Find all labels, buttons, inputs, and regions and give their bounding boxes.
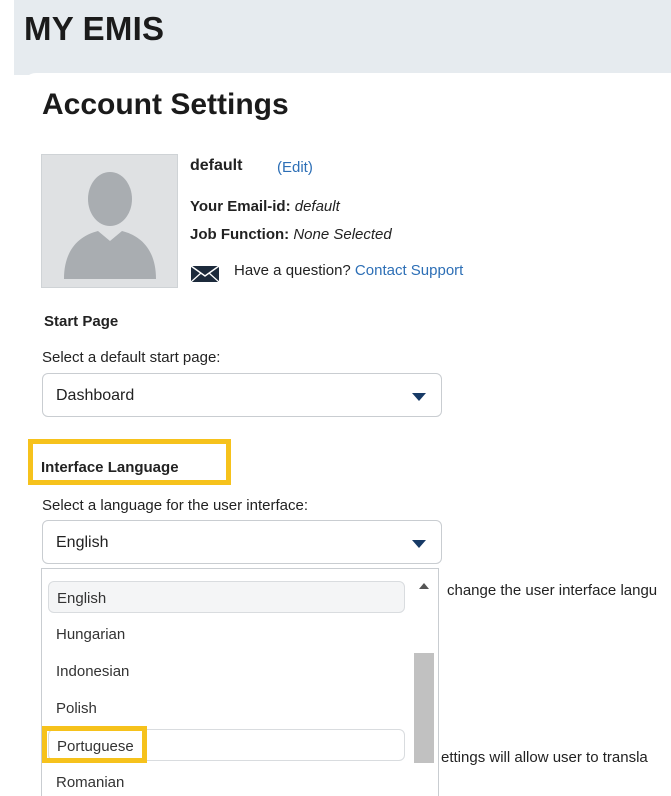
edit-profile-link[interactable]: (Edit) — [277, 159, 313, 176]
interface-language-heading: Interface Language — [41, 459, 179, 476]
option-label: Polish — [56, 700, 97, 717]
interface-language-selected-value: English — [56, 534, 109, 551]
interface-language-select[interactable]: English — [42, 520, 442, 564]
obscured-translation-text: ettings will allow user to transla — [441, 749, 648, 766]
avatar[interactable] — [41, 154, 178, 288]
obscured-description-text: change the user interface langu — [447, 582, 658, 599]
contact-support-link[interactable]: Contact Support — [355, 262, 463, 279]
dropdown-scrollbar[interactable] — [413, 569, 437, 796]
chevron-down-icon — [412, 393, 426, 401]
language-option-polish[interactable]: Polish — [48, 692, 405, 724]
start-page-select[interactable]: Dashboard — [42, 373, 442, 417]
email-value: default — [294, 198, 340, 215]
interface-language-label: Select a language for the user interface… — [42, 497, 309, 514]
job-function-info: Job Function: None Selected — [190, 226, 392, 243]
start-page-selected-value: Dashboard — [56, 387, 135, 404]
option-label: Hungarian — [56, 626, 126, 643]
email-label: Your Email-id: — [190, 198, 291, 215]
language-option-english[interactable]: English — [48, 581, 405, 613]
option-label: English — [57, 590, 107, 607]
user-silhouette-icon — [64, 172, 156, 279]
username: default — [190, 157, 243, 174]
job-function-label: Job Function: — [190, 226, 290, 243]
mail-icon — [190, 265, 220, 283]
start-page-label: Select a default start page: — [42, 349, 221, 366]
question-text: Have a question? — [234, 262, 351, 279]
scroll-thumb[interactable] — [414, 653, 434, 763]
language-option-romanian[interactable]: Romanian — [48, 766, 405, 796]
email-info: Your Email-id: default — [190, 198, 340, 215]
option-label: Indonesian — [56, 663, 130, 680]
language-option-hungarian[interactable]: Hungarian — [48, 618, 405, 650]
app-title: MY EMIS — [24, 10, 165, 47]
page-title: Account Settings — [42, 88, 289, 121]
help-question: Have a question? Contact Support — [234, 262, 463, 279]
job-function-value: None Selected — [293, 226, 392, 243]
scroll-up-arrow-icon[interactable] — [419, 583, 429, 589]
start-page-heading: Start Page — [44, 313, 119, 330]
option-label: Romanian — [56, 774, 125, 791]
portuguese-highlight — [42, 726, 147, 763]
language-option-indonesian[interactable]: Indonesian — [48, 655, 405, 687]
chevron-down-icon — [412, 540, 426, 548]
